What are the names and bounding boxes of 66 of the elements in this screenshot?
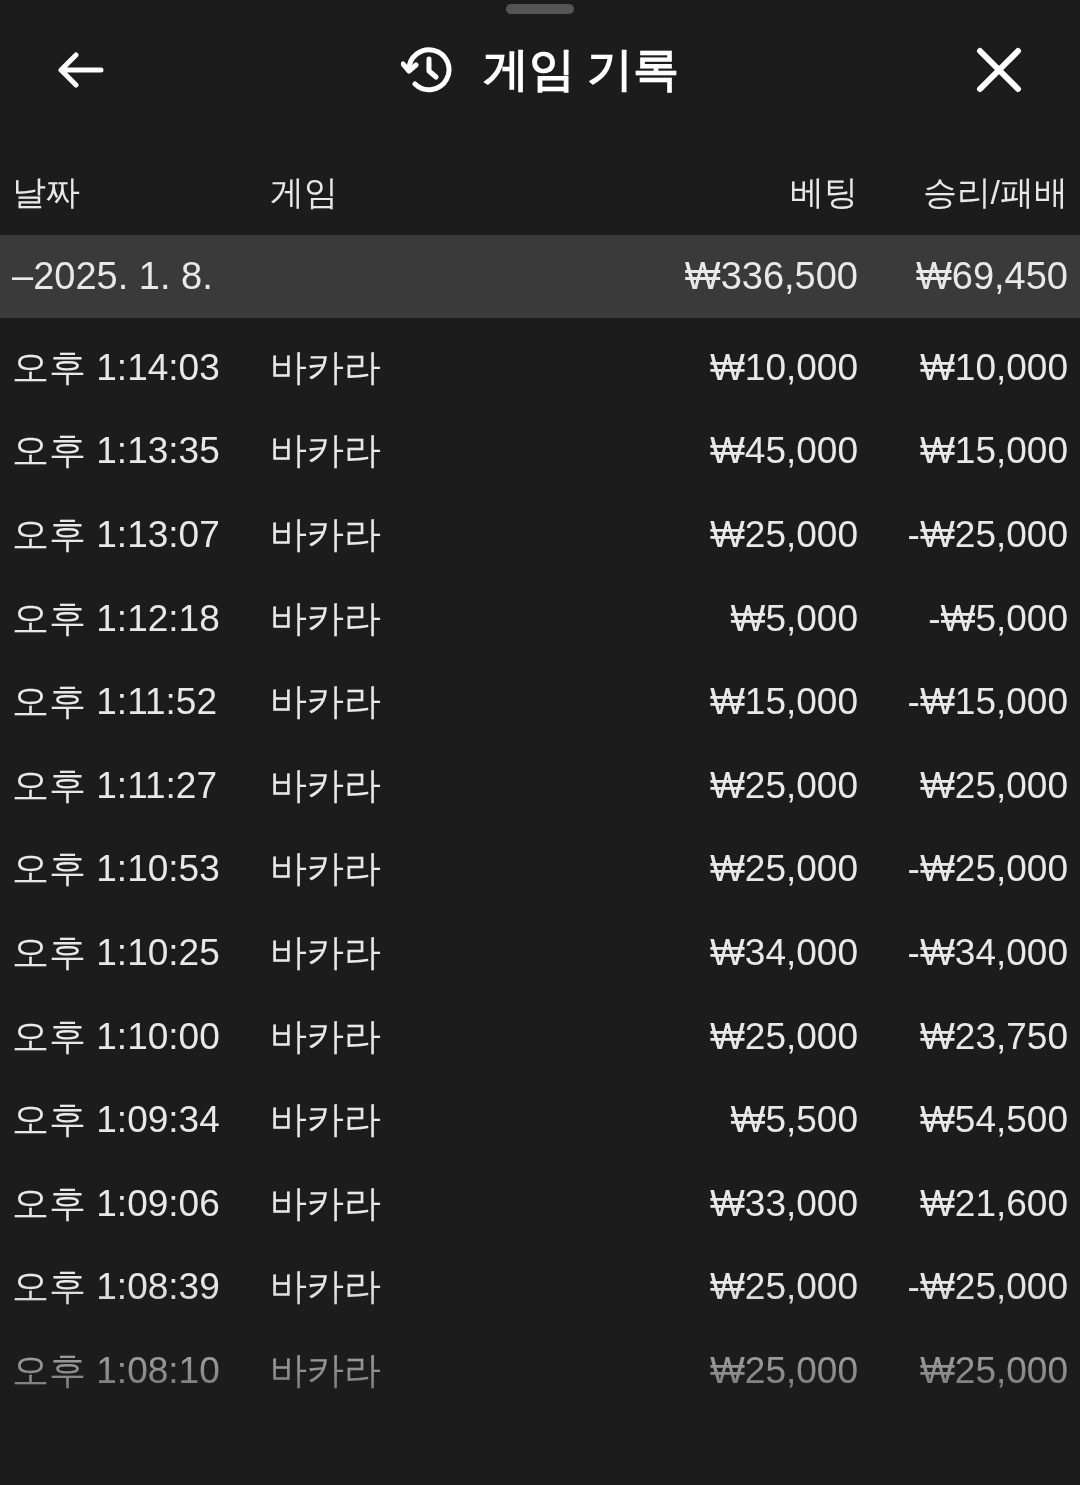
table-cell-text: 바카라 bbox=[270, 596, 382, 641]
table-cell-text: -₩34,000 bbox=[906, 931, 1068, 974]
window-title: 게임 기록 bbox=[482, 42, 680, 97]
table-cell-text: 바카라 bbox=[270, 1265, 382, 1310]
back-arrow-icon bbox=[58, 52, 104, 88]
table-cell-text: 오후 1:08:39 bbox=[12, 1265, 221, 1310]
table-cell-text: ₩34,000 bbox=[708, 931, 858, 974]
table-cell-text: 오후 1:14:03 bbox=[12, 345, 221, 390]
table-cell-text: 바카라 bbox=[270, 930, 382, 975]
table-cell-text: ₩21,600 bbox=[918, 1182, 1068, 1225]
table-cell-text: ₩23,750 bbox=[918, 1015, 1068, 1058]
close-button[interactable] bbox=[974, 45, 1024, 95]
group-bet-total: ₩336,500 bbox=[683, 255, 858, 298]
table-cell-text: -₩25,000 bbox=[906, 1266, 1068, 1309]
table-cell-text: ₩25,000 bbox=[918, 764, 1068, 807]
table-cell-text: ₩25,000 bbox=[708, 1349, 858, 1392]
table-cell-text: 바카라 bbox=[270, 763, 382, 808]
table-cell-text: 바카라 bbox=[270, 429, 382, 474]
table-cell-text: 바카라 bbox=[270, 1348, 382, 1393]
table-cell-text: ₩25,000 bbox=[708, 514, 858, 556]
table-cell-text: 오후 1:09:06 bbox=[12, 1181, 221, 1226]
table-cell-text: ₩25,000 bbox=[708, 1266, 858, 1309]
table-cell-text: ₩25,000 bbox=[708, 1015, 858, 1058]
table-cell-text: ₩5,500 bbox=[729, 1099, 858, 1142]
table-cell-text: 오후 1:13:07 bbox=[12, 513, 221, 557]
table-cell-text: 바카라 bbox=[270, 680, 382, 725]
table-cell-text: ₩10,000 bbox=[918, 346, 1068, 389]
table-cell-text: ₩25,000 bbox=[918, 1349, 1068, 1392]
table-cell-text: 오후 1:08:10 bbox=[12, 1348, 221, 1393]
table-cell-text: 바카라 bbox=[270, 847, 382, 892]
table-cell-text: 오후 1:10:25 bbox=[12, 930, 221, 975]
table-cell-text: ₩5,000 bbox=[729, 597, 858, 640]
table-cell-text: 바카라 bbox=[270, 1014, 382, 1059]
table-cell-text: 오후 1:10:00 bbox=[12, 1014, 221, 1059]
table-cell-text: 바카라 bbox=[270, 513, 382, 557]
group-result-total: ₩69,450 bbox=[914, 255, 1068, 298]
table-cell-text: -₩25,000 bbox=[906, 514, 1068, 556]
table-cell-text: ₩10,000 bbox=[708, 346, 858, 389]
table-cell-text: ₩25,000 bbox=[708, 764, 858, 807]
table-cell-text: ₩33,000 bbox=[708, 1182, 858, 1225]
date-group-row[interactable]: –2025. 1. 8. ₩336,500 ₩69,450 bbox=[0, 235, 1080, 318]
table-cell-text: ₩25,000 bbox=[708, 848, 858, 891]
close-icon bbox=[976, 47, 1022, 93]
table-cell-text: 오후 1:10:53 bbox=[12, 847, 221, 892]
table-cell-text: ₩54,500 bbox=[918, 1099, 1068, 1142]
table-cell-text: 오후 1:11:27 bbox=[12, 763, 218, 808]
table-cell-text: -₩15,000 bbox=[906, 681, 1068, 724]
table-cell-text: 바카라 bbox=[270, 1181, 382, 1226]
table-cell-text: 오후 1:09:34 bbox=[12, 1098, 221, 1143]
table-cell-text: 바카라 bbox=[270, 1098, 382, 1143]
column-header: 날짜 bbox=[12, 171, 81, 213]
table-cell-text: ₩15,000 bbox=[708, 681, 858, 724]
column-header: 베팅 bbox=[789, 171, 858, 213]
table-cell-text: -₩5,000 bbox=[927, 597, 1068, 640]
history-icon bbox=[400, 47, 453, 93]
table-cell-text: -₩25,000 bbox=[906, 848, 1068, 891]
table-cell-text: 오후 1:13:35 bbox=[12, 429, 221, 474]
table-cell-text: ₩45,000 bbox=[708, 430, 858, 473]
group-date: –2025. 1. 8. bbox=[12, 255, 214, 298]
table-cell-text: 바카라 bbox=[270, 345, 382, 390]
drag-handle[interactable] bbox=[506, 4, 574, 14]
table-cell-text: 오후 1:12:18 bbox=[12, 596, 221, 641]
column-header: 게임 bbox=[270, 171, 339, 213]
table-cell-text: 오후 1:11:52 bbox=[12, 680, 218, 725]
table-cell-text: ₩15,000 bbox=[918, 430, 1068, 473]
column-header: 승리/패배 bbox=[921, 171, 1068, 213]
